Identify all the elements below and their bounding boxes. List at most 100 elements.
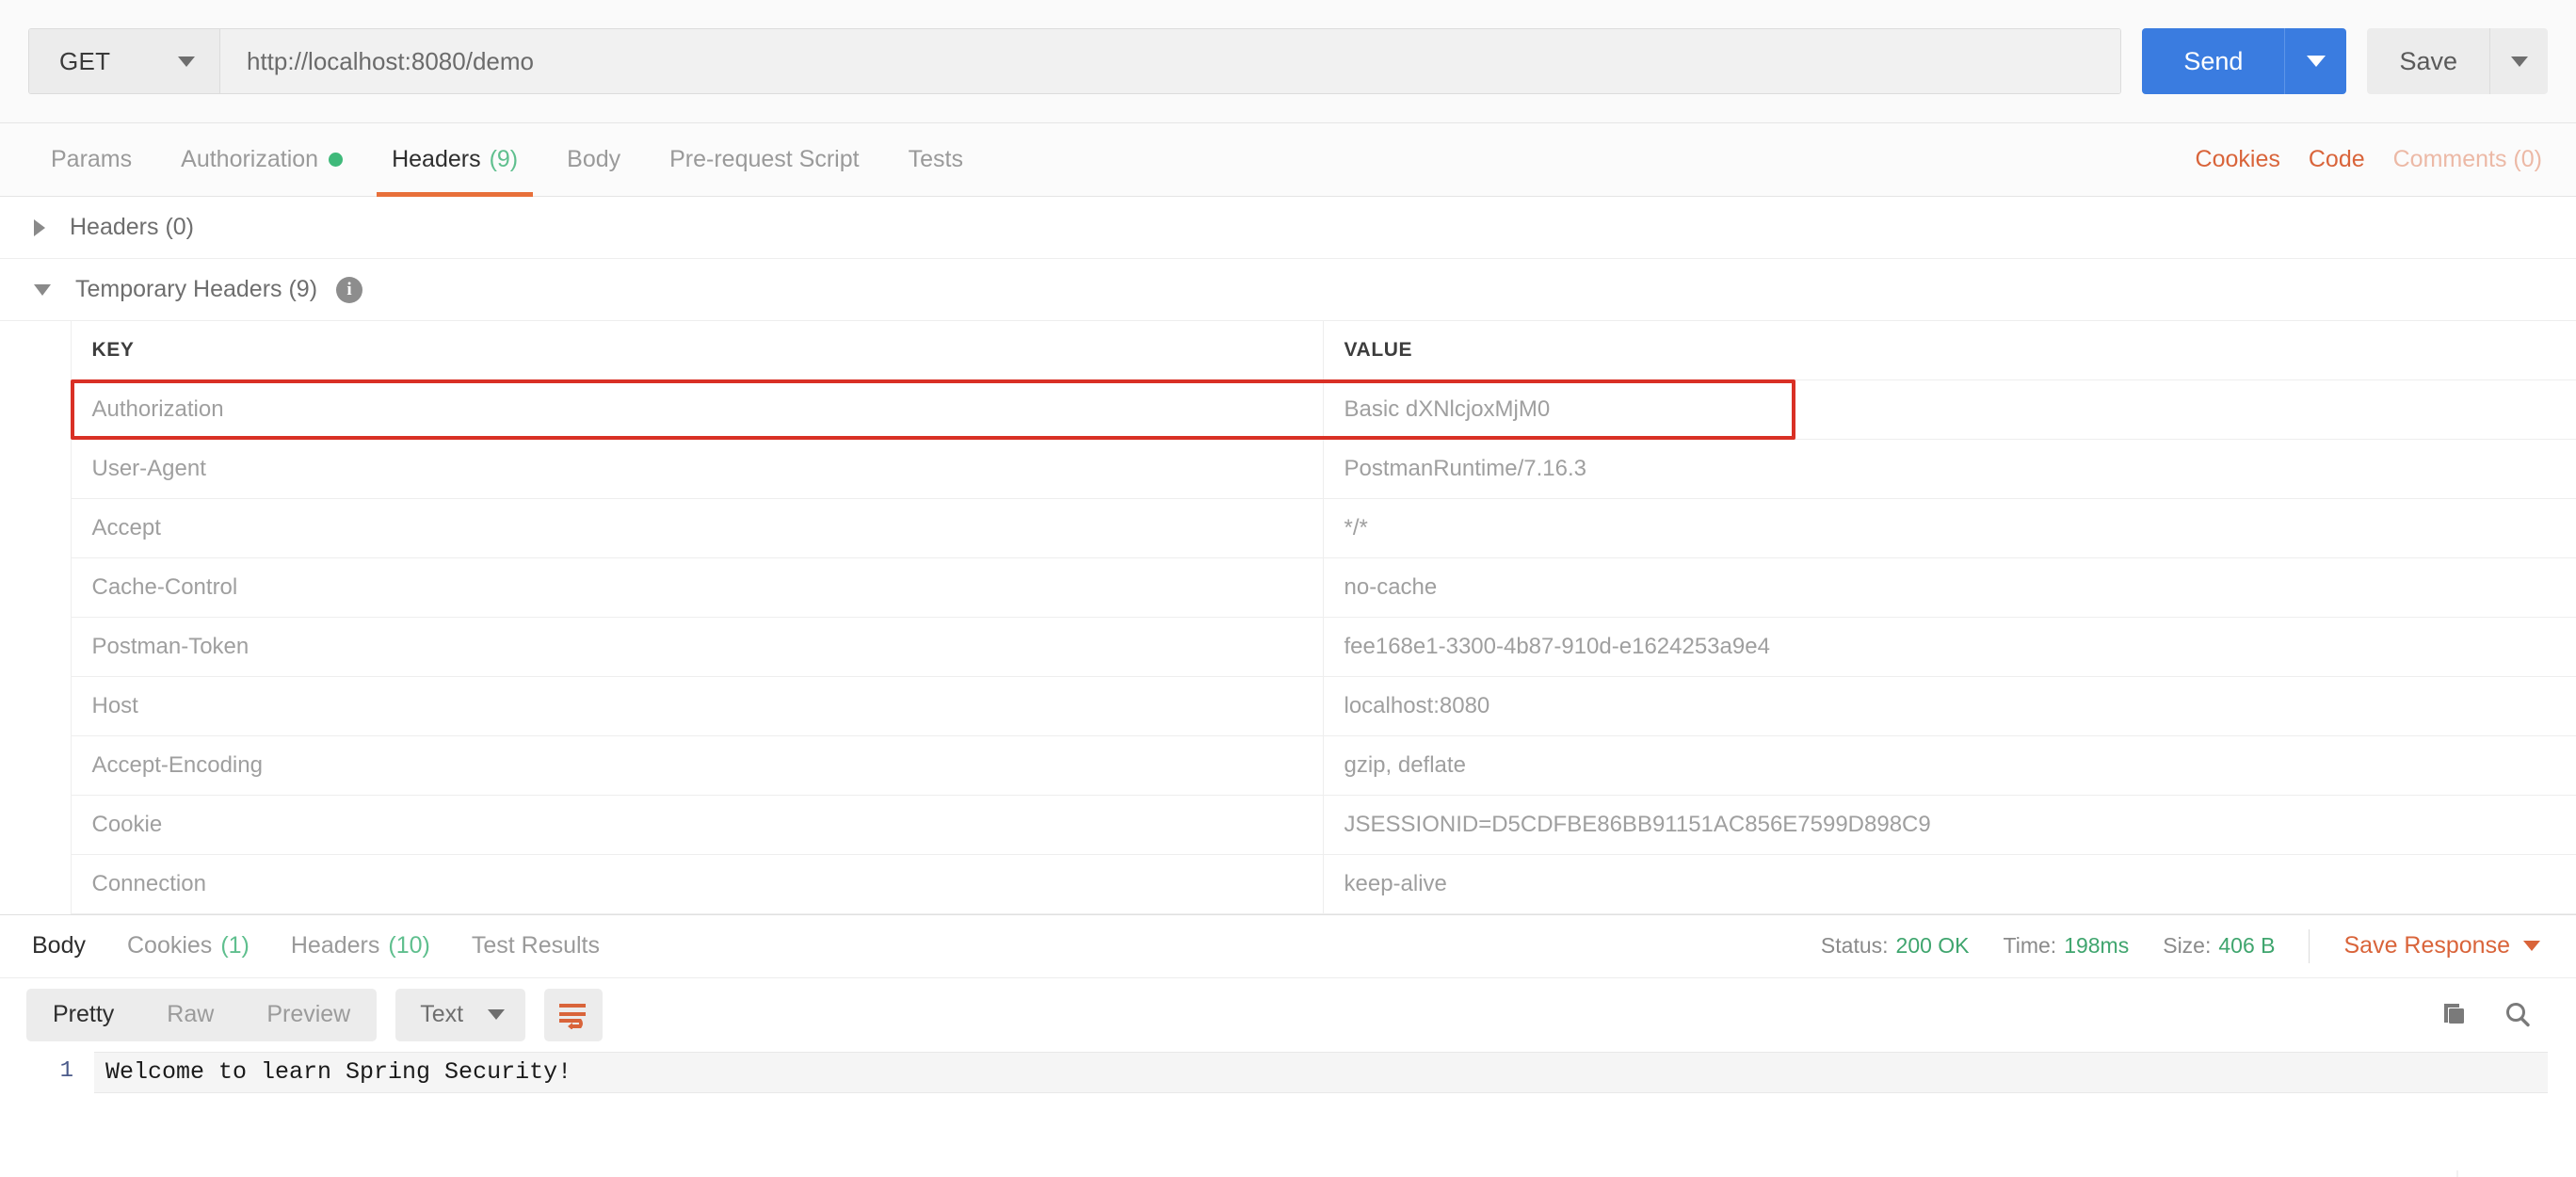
headers-table: KEY VALUE Authorization Basic dXNlcjoxMj… [0,321,2576,914]
triangle-right-icon [34,219,45,236]
send-button[interactable]: Send [2142,28,2284,94]
copy-icon [2439,1000,2469,1030]
save-options-button[interactable] [2489,28,2548,94]
response-toolbar-actions [2439,1000,2550,1030]
response-tab-test-results[interactable]: Test Results [451,932,620,959]
tab-body[interactable]: Body [542,123,645,196]
http-method-label: GET [59,47,110,76]
header-value-cell[interactable]: JSESSIONID=D5CDFBE86BB91151AC856E7599D89… [1323,795,2576,854]
status-badge: Status:200 OK [1821,933,1970,959]
word-wrap-button[interactable] [544,989,603,1041]
search-button[interactable] [2503,1000,2533,1030]
table-row[interactable]: Authorization Basic dXNlcjoxMjM0 [0,379,2576,439]
size-label: Size: [2163,933,2211,958]
header-key-cell[interactable]: Host [71,676,1323,735]
tab-label: Authorization [181,146,318,173]
watermark-divider [2456,1170,2458,1177]
header-value-cell[interactable]: Basic dXNlcjoxMjM0 [1323,379,2576,439]
header-value-cell[interactable]: fee168e1-3300-4b87-910d-e1624253a9e4 [1323,617,2576,676]
tab-pre-request-script[interactable]: Pre-request Script [645,123,883,196]
chevron-down-icon [488,1009,505,1020]
save-response-button[interactable]: Save Response [2343,932,2540,959]
header-key-cell[interactable]: Connection [71,854,1323,913]
save-button[interactable]: Save [2367,28,2489,94]
url-input[interactable]: http://localhost:8080/demo [220,29,2120,93]
save-button-group: Save [2367,28,2548,94]
status-label: Status: [1821,933,1889,958]
tab-tests[interactable]: Tests [884,123,988,196]
table-row[interactable]: User-Agent PostmanRuntime/7.16.3 [0,439,2576,498]
view-mode-pretty[interactable]: Pretty [26,989,140,1041]
response-tab-body[interactable]: Body [11,932,106,959]
tab-count: (9) [490,146,519,173]
send-options-button[interactable] [2284,28,2346,94]
table-row[interactable]: Host localhost:8080 [0,676,2576,735]
tab-label: Body [567,146,620,173]
http-method-select[interactable]: GET [29,29,220,93]
send-button-group: Send [2142,28,2346,94]
view-mode-raw[interactable]: Raw [140,989,240,1041]
table-row[interactable]: Cache-Control no-cache [0,557,2576,617]
temporary-headers-section-toggle[interactable]: Temporary Headers (9) i [0,259,2576,321]
response-body-editor: 1 Welcome to learn Spring Security! http… [0,1052,2576,1177]
tab-headers[interactable]: Headers (9) [367,123,542,196]
view-mode-segmented-control: Pretty Raw Preview [26,989,377,1041]
table-row[interactable]: Connection keep-alive [0,854,2576,913]
tab-label: Headers [291,932,380,959]
header-key-cell[interactable]: User-Agent [71,439,1323,498]
comments-link[interactable]: Comments (0) [2393,146,2542,173]
code-link[interactable]: Code [2309,146,2365,173]
response-tab-bar: Body Cookies (1) Headers (10) Test Resul… [0,914,2576,978]
table-row[interactable]: Accept-Encoding gzip, deflate [0,735,2576,795]
table-header-row: KEY VALUE [0,321,2576,379]
row-gutter [0,735,71,795]
header-value-cell[interactable]: PostmanRuntime/7.16.3 [1323,439,2576,498]
headers-section-toggle[interactable]: Headers (0) [0,197,2576,259]
tab-count: (10) [388,932,429,959]
word-wrap-icon [557,1001,589,1029]
header-value-cell[interactable]: */* [1323,498,2576,557]
response-tab-cookies[interactable]: Cookies (1) [106,932,270,959]
tab-count: (1) [220,932,250,959]
chevron-down-icon [2523,941,2540,951]
line-number: 1 [0,1052,94,1091]
method-url-group: GET http://localhost:8080/demo [28,28,2121,94]
chevron-down-icon [178,56,195,67]
response-tab-headers[interactable]: Headers (10) [270,932,451,959]
tab-label: Pre-request Script [669,146,859,173]
header-key-cell[interactable]: Cache-Control [71,557,1323,617]
info-icon[interactable]: i [336,277,362,303]
header-key-cell[interactable]: Cookie [71,795,1323,854]
chevron-down-icon [2307,56,2326,67]
copy-button[interactable] [2439,1000,2469,1030]
table-row[interactable]: Postman-Token fee168e1-3300-4b87-910d-e1… [0,617,2576,676]
header-value-cell[interactable]: localhost:8080 [1323,676,2576,735]
search-icon [2503,1000,2533,1030]
header-key-cell[interactable]: Accept-Encoding [71,735,1323,795]
row-gutter [0,854,71,913]
row-gutter [0,498,71,557]
header-value-cell[interactable]: gzip, deflate [1323,735,2576,795]
authorization-active-dot-icon [329,153,343,167]
view-mode-preview[interactable]: Preview [240,989,377,1041]
row-gutter-header [0,321,71,379]
tab-authorization[interactable]: Authorization [156,123,367,196]
header-key-cell[interactable]: Postman-Token [71,617,1323,676]
response-format-select[interactable]: Text [395,989,525,1041]
time-label: Time: [2004,933,2057,958]
row-gutter [0,676,71,735]
row-gutter [0,795,71,854]
cookies-link[interactable]: Cookies [2196,146,2280,173]
response-body-text[interactable]: Welcome to learn Spring Security! [94,1052,2548,1093]
row-gutter [0,439,71,498]
table-row[interactable]: Accept */* [0,498,2576,557]
tab-params[interactable]: Params [26,123,156,196]
table-row[interactable]: Cookie JSESSIONID=D5CDFBE86BB91151AC856E… [0,795,2576,854]
header-key-cell[interactable]: Authorization [71,379,1323,439]
column-header-key: KEY [71,321,1323,379]
headers-section-label: Headers (0) [70,214,194,241]
header-value-cell[interactable]: keep-alive [1323,854,2576,913]
header-value-cell[interactable]: no-cache [1323,557,2576,617]
header-key-cell[interactable]: Accept [71,498,1323,557]
temporary-headers-section-label: Temporary Headers (9) [75,276,317,303]
